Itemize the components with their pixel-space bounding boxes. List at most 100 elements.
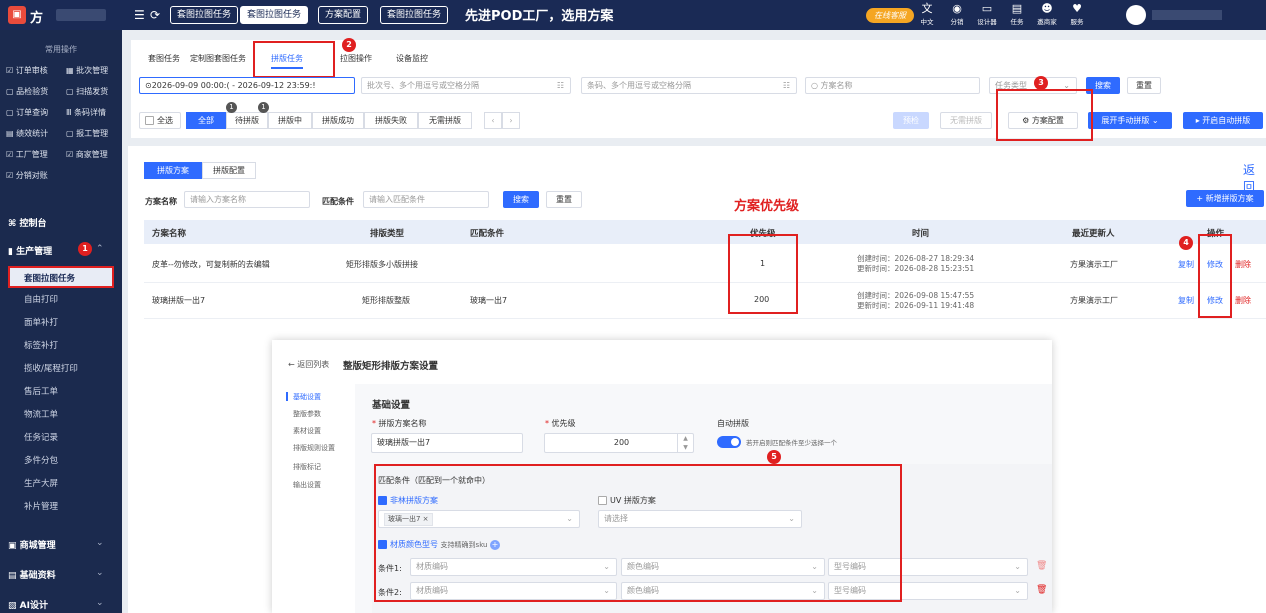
subtab-pull[interactable]: 拉图操作 [340,53,372,64]
shortcut-3[interactable]: ▢ 品检验货 [6,86,48,97]
col-updater: 最近更新人 [1072,229,1115,239]
back-to-list-link[interactable]: ← 返回列表 [288,359,329,370]
match-cond-input[interactable]: 请输入匹配条件 [363,191,489,208]
nav-ai[interactable]: ▧ AI设计 ⌄ [8,598,104,611]
sidebar-item-layout-task[interactable]: 套图拉图任务 [8,266,114,288]
avatar[interactable] [1126,5,1146,25]
shortcut-7[interactable]: ▤ 绩效统计 [6,128,48,139]
nav-console[interactable]: ⌘ 控制台 [8,216,47,229]
top-tab-1[interactable]: 套图拉图任务 [170,6,239,24]
task-button[interactable]: ▤ 任务 [1006,2,1028,26]
prev-icon[interactable]: ‹ [484,112,502,129]
tab-scheme[interactable]: 拼版方案 [144,162,202,179]
tab-failed[interactable]: 拼版失败 [364,112,418,129]
side-full[interactable]: 整版参数 [293,409,321,419]
nav-mall[interactable]: ▣ 商城管理 ⌄ [8,538,104,551]
tab-pending[interactable]: 待拼版 [226,112,268,129]
sidebar-item-logistics[interactable]: 物流工单 [8,404,114,426]
translate-icon: 文 [921,2,933,15]
subtab-layout[interactable]: 套图任务 [148,53,180,64]
tab-in-progress[interactable]: 拼版中 [268,112,312,129]
plan-name-input[interactable]: 玻璃拼版一出7 [371,433,523,453]
online-service-badge[interactable]: 在线客服 [866,8,914,23]
trash-icon[interactable]: 🗑 [1036,585,1047,595]
top-tab-3[interactable]: 方案配置 [318,6,369,24]
top-bar: ▣ 方 ☰ ⟳ 套图拉图任务 套图拉图任务 方案配置 套图拉图任务 先进POD工… [0,0,1266,30]
nav-production[interactable]: ▮ 生产管理 ⌃ [8,244,104,257]
chevron-down-icon: ⌄ [1014,562,1021,571]
auto-layout-toggle[interactable] [717,436,741,448]
refresh-icon[interactable]: ⟳ [150,8,160,22]
scheme-search-button[interactable]: 搜索 [503,191,539,208]
row2-copy-link[interactable]: 复制 [1178,295,1194,306]
date-range-field[interactable]: ⊙2026-09-09 00:00:( - 2026-09-12 23:59:! [139,77,355,94]
scheme-search-input[interactable]: ○ 方案名称 [805,77,980,94]
next-icon[interactable]: › [502,112,520,129]
subtab-custom[interactable]: 定制图套图任务 [190,53,246,64]
sidebar-item-reprint-label[interactable]: 标签补打 [8,335,114,357]
tab-success[interactable]: 拼版成功 [312,112,364,129]
shortcut-6[interactable]: Ⅲ 条码详情 [66,107,106,118]
side-basic[interactable]: 基础设置 [293,392,321,402]
shortcut-5[interactable]: ▢ 订单查询 [6,107,48,118]
row1-created: 创建时间：2026-08-27 18:29:34 [857,254,975,263]
designer-button[interactable]: ▭ 设计器 [976,2,998,26]
subtab-device[interactable]: 设备监控 [396,53,428,64]
service-icon: ♥ [1072,2,1082,15]
sidebar-item-task-log[interactable]: 任务记录 [8,427,114,449]
side-material[interactable]: 素材设置 [293,426,321,436]
barcode-input[interactable]: 条码、多个用逗号或空格分隔 ☷ [581,77,797,94]
shortcut-9[interactable]: ☑ 工厂管理 [6,149,48,160]
row2-delete-link[interactable]: 删除 [1235,295,1251,306]
modal-title: 整版矩形排版方案设置 [343,361,439,372]
side-output[interactable]: 输出设置 [293,480,321,490]
share-button[interactable]: ◉ 分销 [946,2,968,26]
shortcut-1[interactable]: ☑ 订单审核 [6,65,48,76]
trash-icon[interactable]: 🗑 [1036,561,1047,571]
row1-copy-link[interactable]: 复制 [1178,259,1194,270]
invite-button[interactable]: ☻ 邀商家 [1036,2,1058,26]
designer-icon: ▭ [981,2,993,15]
batch-input[interactable]: 批次号、多个用逗号或空格分隔 ☷ [361,77,571,94]
sidebar-item-pickup-print[interactable]: 揽收/尾程打印 [8,358,114,380]
sidebar-item-reprint-waybill[interactable]: 面单补打 [8,312,114,334]
top-tab-2[interactable]: 套图拉图任务 [240,6,309,24]
logo-icon: ▣ [8,6,26,24]
list-icon: ☷ [556,81,564,90]
top-tab-4[interactable]: 套图拉图任务 [380,6,449,24]
shortcut-10[interactable]: ☑ 商家管理 [66,149,108,160]
menu-icon[interactable]: ☰ [134,8,145,22]
reset-button[interactable]: 重置 [1127,77,1161,94]
precheck-button[interactable]: 预检 [893,112,929,129]
manual-layout-button[interactable]: 展开手动拼版 ⌄ [1088,112,1172,129]
tab-config[interactable]: 拼版配置 [202,162,256,179]
select-all-checkbox[interactable]: 全选 [139,112,181,129]
priority-stepper[interactable]: 200 ▲ ▼ [544,433,694,453]
shortcut-11[interactable]: ☑ 分销对账 [6,170,48,181]
row1-delete-link[interactable]: 删除 [1235,259,1251,270]
tab-no-need[interactable]: 无需拼版 [418,112,472,129]
service-button[interactable]: ♥ 服务 [1066,2,1088,26]
sidebar-item-split[interactable]: 多件分包 [8,450,114,472]
shortcut-8[interactable]: ▢ 报工管理 [66,128,108,139]
scheme-reset-button[interactable]: 重置 [546,191,582,208]
sidebar-item-free-print[interactable]: 自由打印 [8,289,114,311]
side-marks[interactable]: 排版标记 [293,462,321,472]
nav-basic[interactable]: ▤ 基础资料 ⌄ [8,568,104,581]
chevron-down-icon: ⌄ [1151,116,1159,125]
count-badge: 1 [226,102,237,113]
tab-all[interactable]: 全部 [186,112,226,129]
add-scheme-button[interactable]: + 新增拼版方案 [1186,190,1264,207]
auto-layout-button[interactable]: ▸ 开启自动拼版 [1183,112,1263,129]
side-rules[interactable]: 排版规则设置 [293,443,335,453]
lang-button[interactable]: 文中文 [916,2,938,26]
sidebar-item-patch[interactable]: 补片管理 [8,496,114,518]
plan-name-label: * 拼版方案名称 [372,419,427,428]
sidebar-item-screen[interactable]: 生产大屏 [8,473,114,495]
shortcut-4[interactable]: ▢ 扫描发货 [66,86,108,97]
no-need-button[interactable]: 无需拼版 [940,112,992,129]
shortcut-2[interactable]: ▦ 批次管理 [66,65,108,76]
stepper-arrows-icon[interactable]: ▲ ▼ [677,434,693,452]
sidebar-item-aftersale[interactable]: 售后工单 [8,381,114,403]
scheme-name-input[interactable]: 请输入方案名称 [184,191,310,208]
